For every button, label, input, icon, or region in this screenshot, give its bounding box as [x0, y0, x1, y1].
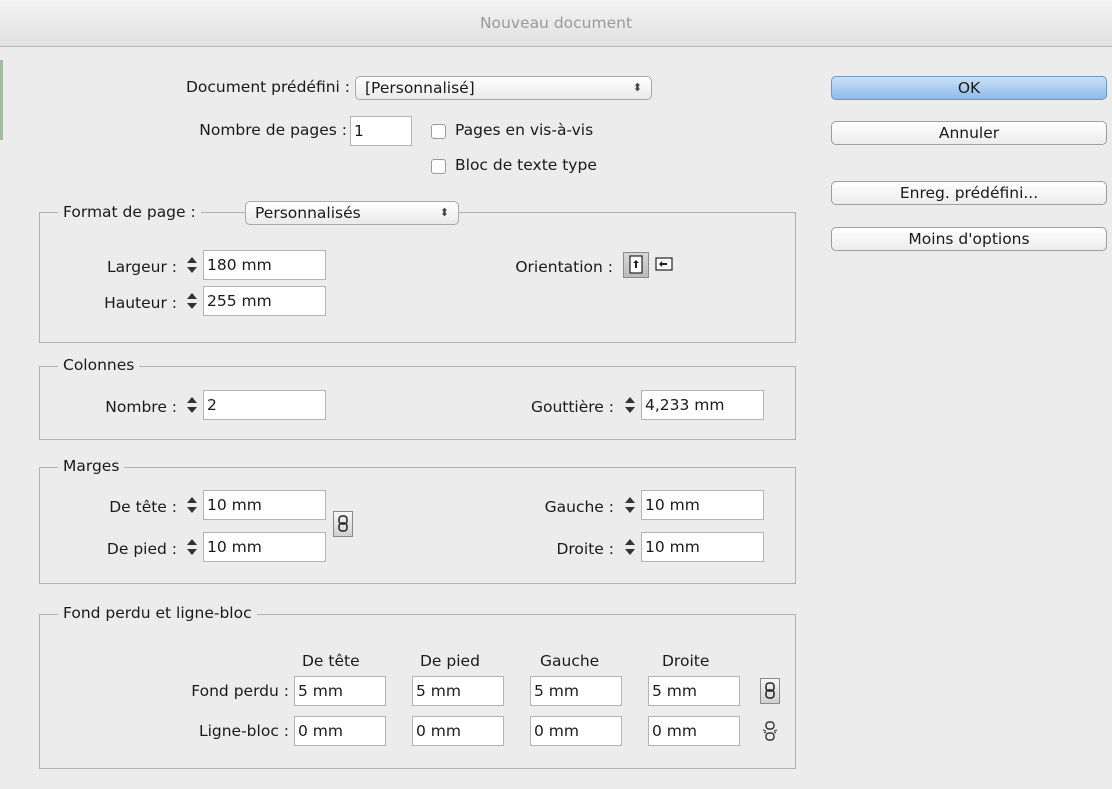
height-stepper[interactable]	[184, 288, 200, 314]
cancel-button[interactable]: Annuler	[831, 121, 1107, 145]
height-label: Hauteur :	[104, 294, 177, 312]
landscape-icon[interactable]	[652, 252, 678, 278]
chain-link-icon[interactable]	[760, 678, 780, 704]
bleed-header-bottom: De pied	[420, 652, 480, 670]
pages-input[interactable]: 1	[350, 116, 412, 146]
preset-value: [Personnalisé]	[365, 79, 475, 97]
page-size-label: Format de page :	[58, 203, 201, 221]
save-preset-button[interactable]: Enreg. prédéfini...	[831, 181, 1107, 205]
bleed-header-left: Gauche	[540, 652, 600, 670]
facing-pages-label: Pages en vis-à-vis	[455, 121, 594, 139]
slug-right-input[interactable]: 0 mm	[648, 716, 740, 746]
margins-title: Marges	[58, 457, 125, 475]
bleed-bottom-input[interactable]: 5 mm	[412, 676, 504, 706]
slug-left-input[interactable]: 0 mm	[530, 716, 622, 746]
chevron-updown-icon: ⬍	[632, 81, 642, 94]
columns-title: Colonnes	[58, 356, 140, 374]
bleed-row-label: Fond perdu :	[191, 682, 289, 700]
gutter-stepper[interactable]	[622, 392, 638, 418]
margin-bottom-stepper[interactable]	[184, 534, 200, 560]
bleed-slug-title: Fond perdu et ligne-bloc	[58, 604, 257, 622]
chain-broken-icon[interactable]	[760, 718, 780, 744]
chevron-updown-icon: ⬍	[439, 206, 449, 219]
margin-bottom-label: De pied :	[106, 540, 177, 558]
width-label: Largeur :	[107, 258, 177, 276]
width-input[interactable]: 180 mm	[203, 250, 326, 280]
bleed-header-right: Droite	[662, 652, 710, 670]
pages-label: Nombre de pages :	[199, 121, 347, 139]
gutter-label: Gouttière :	[530, 398, 614, 416]
margin-left-label: Gauche :	[544, 498, 614, 516]
margin-top-label: De tête :	[109, 498, 177, 516]
columns-number-input[interactable]: 2	[203, 390, 326, 420]
background-window-edge	[0, 60, 3, 140]
facing-pages-checkbox[interactable]	[431, 124, 446, 139]
height-input[interactable]: 255 mm	[203, 286, 326, 316]
chain-link-icon[interactable]	[333, 511, 353, 537]
preset-label: Document prédéfini :	[185, 78, 350, 96]
primary-text-frame-checkbox[interactable]	[431, 159, 446, 174]
gutter-input[interactable]: 4,233 mm	[641, 390, 764, 420]
margin-left-input[interactable]: 10 mm	[641, 490, 764, 520]
margin-right-stepper[interactable]	[622, 534, 638, 560]
page-size-select[interactable]: Personnalisés ⬍	[245, 201, 459, 225]
margin-left-stepper[interactable]	[622, 492, 638, 518]
fewer-options-button[interactable]: Moins d'options	[831, 227, 1107, 251]
orientation-label: Orientation :	[515, 258, 613, 276]
margin-right-input[interactable]: 10 mm	[641, 532, 764, 562]
width-stepper[interactable]	[184, 252, 200, 278]
bleed-right-input[interactable]: 5 mm	[648, 676, 740, 706]
margin-top-input[interactable]: 10 mm	[203, 490, 326, 520]
primary-text-frame-label: Bloc de texte type	[455, 156, 597, 174]
slug-top-input[interactable]: 0 mm	[294, 716, 386, 746]
columns-number-label: Nombre :	[105, 398, 177, 416]
bleed-left-input[interactable]: 5 mm	[530, 676, 622, 706]
margin-bottom-input[interactable]: 10 mm	[203, 532, 326, 562]
slug-row-label: Ligne-bloc :	[198, 722, 289, 740]
margin-top-stepper[interactable]	[184, 492, 200, 518]
bleed-top-input[interactable]: 5 mm	[294, 676, 386, 706]
preset-select[interactable]: [Personnalisé] ⬍	[355, 76, 652, 100]
margin-right-label: Droite :	[556, 540, 614, 558]
window-title: Nouveau document	[479, 14, 633, 32]
margins-group	[39, 467, 796, 584]
bleed-header-top: De tête	[302, 652, 360, 670]
columns-number-stepper[interactable]	[184, 392, 200, 418]
portrait-icon[interactable]	[623, 252, 649, 278]
page-size-group	[39, 212, 796, 343]
page-size-value: Personnalisés	[255, 204, 361, 222]
ok-button[interactable]: OK	[831, 76, 1107, 100]
slug-bottom-input[interactable]: 0 mm	[412, 716, 504, 746]
